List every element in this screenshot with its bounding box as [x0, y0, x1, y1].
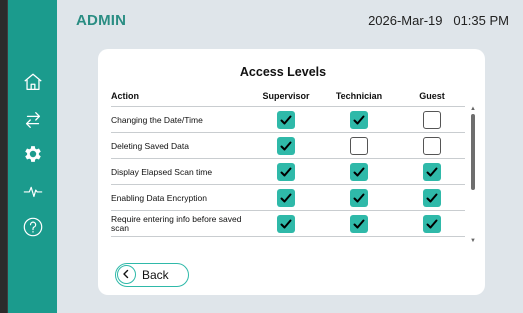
- top-bar: ADMIN 2026-Mar-19 01:35 PM: [57, 0, 523, 40]
- scrollbar[interactable]: ▲ ▼: [470, 106, 476, 244]
- guest-checkbox[interactable]: [423, 215, 441, 233]
- scroll-thumb[interactable]: [471, 114, 475, 190]
- pulse-icon[interactable]: [21, 179, 45, 203]
- back-label: Back: [142, 268, 169, 282]
- table-row: Offload saved data: [111, 236, 465, 239]
- supervisor-checkbox[interactable]: [277, 189, 295, 207]
- technician-checkbox[interactable]: [350, 163, 368, 181]
- access-table: Changing the Date/Time Deleting Saved Dat…: [111, 106, 465, 239]
- card-title: Access Levels: [239, 65, 327, 79]
- back-arrow-icon: [117, 265, 136, 284]
- scroll-up-arrow-icon[interactable]: ▲: [470, 106, 476, 112]
- date-text: 2026-Mar-19: [368, 13, 443, 28]
- gear-icon[interactable]: [21, 142, 45, 166]
- table-row: Require entering info before saved scan: [111, 210, 465, 236]
- table-row: Display Elapsed Scan time: [111, 158, 465, 184]
- guest-checkbox[interactable]: [423, 111, 441, 129]
- supervisor-checkbox[interactable]: [277, 111, 295, 129]
- technician-checkbox[interactable]: [350, 137, 368, 155]
- main-panel: ADMIN 2026-Mar-19 01:35 PM Access Levels…: [57, 0, 523, 313]
- action-label: Enabling Data Encryption: [111, 192, 207, 203]
- guest-checkbox[interactable]: [423, 189, 441, 207]
- back-button[interactable]: Back: [115, 263, 189, 287]
- swap-arrows-icon[interactable]: [21, 108, 45, 132]
- action-label: Changing the Date/Time: [111, 114, 203, 125]
- table-row: Changing the Date/Time: [111, 106, 465, 132]
- supervisor-checkbox[interactable]: [277, 163, 295, 181]
- technician-checkbox[interactable]: [350, 111, 368, 129]
- action-label: Deleting Saved Data: [111, 140, 189, 151]
- supervisor-checkbox[interactable]: [277, 215, 295, 233]
- table-row: Enabling Data Encryption: [111, 184, 465, 210]
- sidebar: [7, 0, 57, 313]
- action-label: Offload saved data: [111, 237, 251, 239]
- technician-checkbox[interactable]: [350, 215, 368, 233]
- column-header-action: Action: [111, 91, 139, 101]
- access-levels-card: Access Levels Action Supervisor Technici…: [98, 49, 485, 295]
- guest-checkbox[interactable]: [423, 137, 441, 155]
- date-time: 2026-Mar-19 01:35 PM: [368, 13, 509, 28]
- action-label: Display Elapsed Scan time: [111, 166, 213, 177]
- guest-checkbox[interactable]: [423, 163, 441, 181]
- supervisor-checkbox[interactable]: [277, 137, 295, 155]
- column-header-technician: Technician: [335, 91, 383, 101]
- time-text: 01:35 PM: [453, 13, 509, 28]
- page-title: ADMIN: [76, 12, 127, 29]
- help-icon[interactable]: [21, 215, 45, 239]
- table-header: Action Supervisor Technician Guest: [111, 89, 465, 103]
- action-label: Require entering info before saved scan: [111, 214, 242, 233]
- column-header-guest: Guest: [419, 91, 445, 101]
- technician-checkbox[interactable]: [350, 189, 368, 207]
- scroll-down-arrow-icon[interactable]: ▼: [470, 238, 476, 244]
- home-icon[interactable]: [21, 70, 45, 94]
- table-row: Deleting Saved Data: [111, 132, 465, 158]
- column-header-supervisor: Supervisor: [262, 91, 310, 101]
